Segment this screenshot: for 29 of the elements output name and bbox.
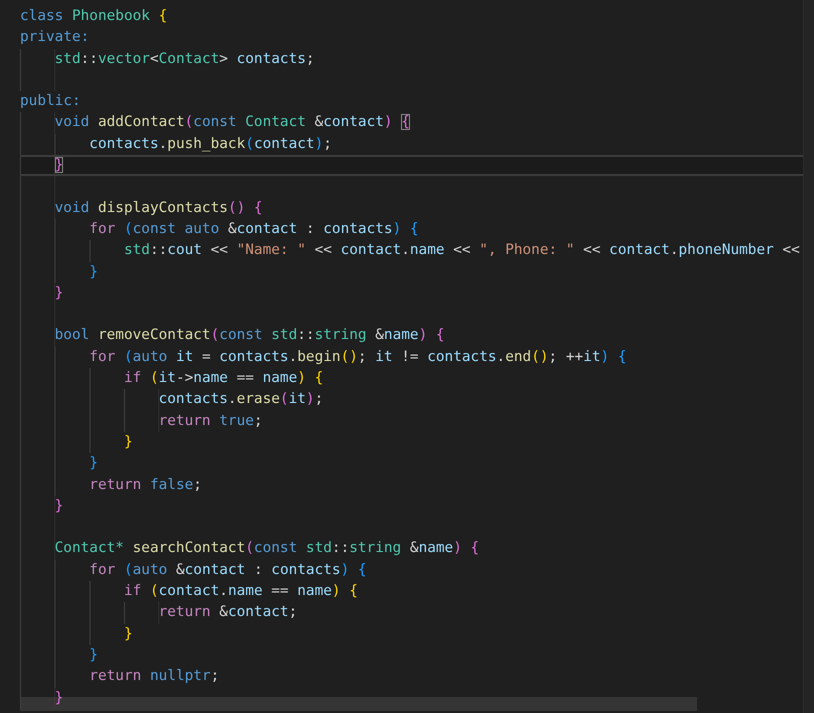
code-line: public: (20, 92, 82, 112)
vertical-scrollbar[interactable] (803, 0, 814, 713)
code-line: } (20, 688, 803, 709)
code-line: if (it->name == name) { (20, 368, 803, 390)
code-line: } (20, 432, 803, 454)
code-line: class Phonebook { (20, 7, 168, 26)
code-line: } (20, 644, 803, 666)
code-line: for (auto it = contacts.begin(); it != contacts.end(); ++it) { (20, 346, 803, 368)
code-line: return false; (20, 474, 803, 496)
code-line: } (20, 496, 803, 518)
code-line: contacts.erase(it); (20, 389, 803, 411)
code-line: return true; (20, 410, 803, 432)
code-line: } (20, 453, 803, 475)
code-line: for (auto &contact : contacts) { (20, 560, 803, 582)
code-line: for (const auto &contact : contacts) { (20, 218, 803, 240)
code-line: bool removeContact(const std::string &name) { (20, 325, 803, 347)
code-line: return &contact; (20, 602, 803, 624)
code-line: void displayContacts() { (20, 198, 803, 219)
code-line: Contact* searchContact(const std::string &name) { (20, 538, 803, 560)
code-line: void addContact(const Contact &contact) { (20, 112, 803, 134)
code-line: private: (20, 28, 90, 48)
code-line: contacts.push_back(contact); (20, 134, 803, 156)
code-line: } (20, 282, 803, 304)
code-line: if (contact.name == name) { (20, 581, 803, 602)
code-line: std::cout << "Name: " << contact.name << ", Phone: " << contact.phoneNumber << (20, 240, 803, 262)
code-line: } (20, 624, 803, 645)
code-line: std::vector<Contact> contacts; (20, 48, 803, 70)
code-line: return nullptr; (20, 666, 803, 688)
code-line: } (20, 262, 803, 283)
